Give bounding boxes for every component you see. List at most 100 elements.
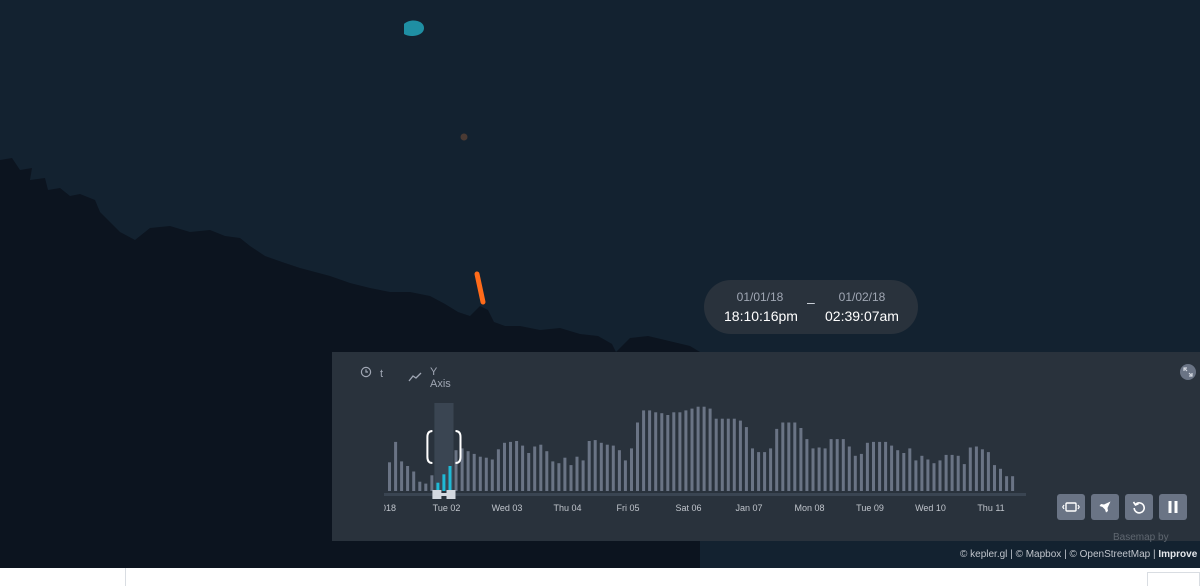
histogram-bar	[986, 452, 990, 491]
histogram-bar	[527, 453, 531, 491]
window-mode-button[interactable]	[1057, 494, 1085, 520]
histogram-bar	[466, 451, 470, 491]
range-start-handle[interactable]	[432, 490, 442, 499]
histogram-bar	[575, 456, 579, 491]
range-end-handle[interactable]	[446, 490, 456, 499]
histogram-bar	[654, 412, 658, 491]
histogram-bar	[648, 410, 652, 491]
histogram-bar	[847, 446, 851, 491]
histogram-bar	[521, 445, 525, 491]
orange-track	[474, 271, 486, 305]
histogram-bar	[617, 450, 621, 491]
histogram-bar	[599, 442, 603, 491]
histogram-bar	[630, 448, 633, 491]
histogram-bar	[811, 448, 815, 491]
brush-left-bracket[interactable]	[426, 430, 433, 464]
histogram-bar	[908, 448, 912, 491]
histogram-bar	[569, 465, 573, 491]
basemap-credit: Basemap by	[1113, 532, 1169, 543]
point-feature	[460, 133, 468, 141]
histogram-bar	[448, 466, 452, 491]
x-tick-label: Wed 10	[915, 503, 946, 513]
histogram-bar	[454, 450, 458, 491]
histogram-bar	[394, 441, 398, 491]
histogram-bar	[545, 451, 549, 491]
histogram-bar	[496, 449, 500, 491]
field-label: t	[380, 367, 384, 380]
histogram-bar	[478, 456, 482, 491]
histogram-bar	[515, 441, 519, 491]
histogram-bar	[430, 475, 434, 491]
histogram-bar	[932, 463, 936, 491]
histogram-bar	[611, 445, 615, 491]
histogram-bar	[714, 418, 718, 491]
histogram-bar	[950, 454, 954, 491]
reset-button[interactable]	[1125, 494, 1153, 520]
time-histogram[interactable]: 2018 Tue 02 Wed 03 Thu 04 Fri 05 Sat 06 Jan 07…	[384, 400, 1030, 518]
histogram-bar	[509, 441, 512, 491]
histogram-bar	[738, 420, 742, 491]
histogram-bar	[744, 427, 748, 491]
histogram-bar	[1005, 476, 1009, 491]
histogram-bar	[980, 449, 984, 491]
histogram-bar	[926, 459, 930, 491]
histogram-bar	[436, 482, 440, 491]
histogram-bar	[805, 439, 809, 491]
start-date: 01/01/18	[736, 290, 784, 304]
histogram-bar	[968, 447, 972, 491]
line-chart-icon	[408, 372, 422, 385]
start-time: 18:10:16pm	[724, 308, 798, 324]
improve-map-link[interactable]: Improve t	[1158, 549, 1200, 560]
mapbox-credit[interactable]: © Mapbox	[1016, 549, 1062, 560]
y-axis-selector[interactable]: Y Axis	[408, 366, 451, 390]
histogram-bar	[696, 406, 700, 491]
histogram-bar	[400, 461, 404, 491]
window-icon	[1062, 501, 1080, 513]
pause-button[interactable]	[1159, 494, 1187, 520]
island-teal	[404, 20, 424, 36]
histogram-bar	[865, 442, 869, 491]
histogram-bar	[424, 483, 428, 491]
footer-divider	[125, 568, 126, 586]
x-tick-label: Wed 03	[492, 503, 523, 513]
histogram-bar	[720, 418, 724, 491]
histogram-bar	[702, 406, 706, 491]
histogram-bar	[974, 446, 978, 491]
kepler-credit[interactable]: © kepler.gl	[960, 549, 1007, 560]
histogram-bar	[757, 452, 761, 491]
histogram-bar	[732, 418, 736, 491]
footer-tab	[1147, 572, 1200, 586]
histogram-bar	[666, 415, 670, 491]
histogram-bar	[902, 453, 906, 491]
histogram-bar	[993, 465, 996, 491]
histogram-bar	[962, 464, 966, 491]
histogram-bar	[418, 481, 422, 491]
time-range-display: 01/01/18 18:10:16pm – 01/02/18 02:39:07a…	[704, 280, 918, 334]
histogram-bar	[859, 453, 863, 491]
osm-credit[interactable]: © OpenStreetMap	[1069, 549, 1150, 560]
histogram-bar	[835, 439, 839, 491]
histogram-bar	[956, 455, 960, 491]
histogram-bar	[890, 445, 894, 491]
histogram-bar	[406, 466, 410, 491]
histogram-bar	[587, 441, 591, 491]
histogram-bar	[823, 448, 827, 491]
histogram-bar	[853, 455, 857, 491]
y-axis-label: Y Axis	[430, 366, 451, 390]
histogram-bar	[938, 460, 942, 491]
histogram-bar	[581, 460, 585, 491]
expand-icon[interactable]	[1180, 364, 1196, 380]
histogram-bar	[841, 439, 845, 491]
field-selector[interactable]: t	[360, 366, 383, 381]
speed-button[interactable]	[1091, 494, 1119, 520]
histogram-bar	[684, 410, 688, 491]
histogram-bar	[636, 422, 639, 491]
histogram-bar	[678, 412, 682, 491]
histogram-bar	[605, 444, 609, 491]
histogram-bar	[793, 422, 797, 491]
histogram-bar	[726, 418, 730, 491]
page-footer	[0, 568, 1200, 586]
histogram-bar	[829, 439, 833, 491]
rocket-icon	[1098, 500, 1112, 514]
slider-track[interactable]	[384, 493, 1026, 496]
